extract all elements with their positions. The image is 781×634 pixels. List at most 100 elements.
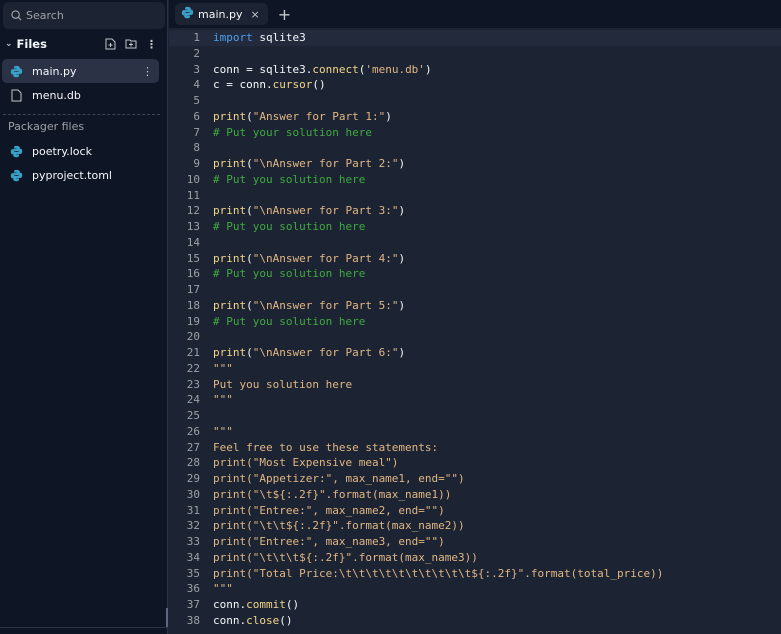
code-line[interactable]: 20 (169, 329, 781, 345)
divider (3, 114, 160, 115)
code-token: print("Total Price:\t\t\t\t\t\t\t\t\t\t$… (213, 566, 664, 580)
code-line[interactable]: 16 # Put you solution here (169, 266, 781, 282)
line-content: print("Entree:", max_name3, end="") (213, 534, 445, 550)
python-icon (9, 144, 24, 159)
code-line[interactable]: 33 print("Entree:", max_name3, end="") (169, 534, 781, 550)
code-line[interactable]: 32 print("\t\t${:.2f}".format(max_name2)) (169, 518, 781, 534)
sidebar-resize-handle[interactable] (166, 608, 168, 628)
code-editor[interactable]: main.py × + 1 import sqlite3 2 3 conn = sqli… (169, 0, 781, 634)
code-token: print("\t\t\t${:.2f}".format(max_name3)) (213, 550, 478, 564)
line-content: Put you solution here (213, 377, 352, 393)
code-token: () (312, 78, 326, 92)
file-icon (9, 88, 24, 103)
code-line[interactable]: 2 (169, 46, 781, 62)
code-line[interactable]: 14 (169, 235, 781, 251)
code-token: ( (246, 204, 253, 218)
line-number: 7 (193, 125, 200, 139)
code-line[interactable]: 17 (169, 282, 781, 298)
code-token: # Put you solution here (213, 267, 366, 281)
code-line[interactable]: 27 Feel free to use these statements: (169, 440, 781, 456)
code-line[interactable]: 18 print("\nAnswer for Part 5:") (169, 298, 781, 314)
line-number: 6 (193, 109, 200, 123)
tab-main-py[interactable]: main.py × (175, 3, 268, 25)
code-line[interactable]: 10 # Put you solution here (169, 172, 781, 188)
code-line[interactable]: 5 (169, 93, 781, 109)
line-number: 8 (193, 141, 200, 155)
search-input[interactable]: Search (3, 2, 165, 29)
code-line[interactable]: 1 import sqlite3 (169, 30, 781, 46)
line-content: conn.close() (213, 613, 293, 629)
tab-label: main.py (198, 7, 243, 21)
code-token: "\nAnswer for Part 5:" (252, 298, 399, 312)
code-token: "\nAnswer for Part 4:" (252, 251, 399, 265)
line-number: 4 (193, 78, 200, 92)
new-folder-icon[interactable] (125, 38, 137, 49)
add-tab-button[interactable]: + (278, 5, 291, 24)
code-token: print (213, 204, 247, 218)
file-name: menu.db (32, 88, 81, 102)
code-token: print("Most Expensive meal") (213, 456, 399, 470)
code-line[interactable]: 30 print("\t${:.2f}".format(max_name1)) (169, 487, 781, 503)
code-line[interactable]: 12 print("\nAnswer for Part 3:") (169, 203, 781, 219)
code-token: "\nAnswer for Part 2:" (252, 157, 399, 170)
code-line[interactable]: 13 # Put you solution here (169, 219, 781, 235)
code-line[interactable]: 34 print("\t\t\t${:.2f}".format(max_name3… (169, 550, 781, 566)
line-number: 17 (186, 283, 200, 296)
code-line[interactable]: 37 conn.commit() (169, 597, 781, 613)
code-token: conn = sqlite3. (213, 62, 313, 76)
file-item[interactable]: main.py ⋮ (2, 59, 159, 83)
line-number: 20 (186, 330, 200, 344)
code-line[interactable]: 4 c = conn.cursor() (169, 77, 781, 93)
code-token: "\nAnswer for Part 3:" (252, 204, 399, 218)
search-icon (11, 10, 22, 21)
code-line[interactable]: 38 conn.close() (169, 613, 781, 629)
code-token: commit (246, 598, 286, 611)
code-line[interactable]: 8 (169, 140, 781, 156)
code-line[interactable]: 3 conn = sqlite3.connect('menu.db') (169, 62, 781, 78)
file-item[interactable]: poetry.lock (2, 139, 159, 163)
file-item[interactable]: menu.db (2, 83, 159, 107)
code-line[interactable]: 7 # Put your solution here (169, 125, 781, 141)
line-number: 27 (186, 440, 200, 454)
file-name: main.py (32, 64, 77, 78)
line-number: 11 (186, 188, 200, 202)
more-options-icon[interactable]: ⋮ (142, 65, 153, 78)
code-line[interactable]: 31 print("Entree:", max_name2, end="") (169, 503, 781, 519)
file-item[interactable]: pyproject.toml (2, 163, 159, 187)
line-number: 5 (193, 94, 200, 107)
code-line[interactable]: 19 # Put you solution here (169, 314, 781, 330)
line-number: 19 (186, 314, 200, 328)
files-header[interactable]: ⌄ Files ⋮ (0, 34, 165, 54)
code-token: "Answer for Part 1:" (252, 109, 386, 123)
code-line[interactable]: 35 print("Total Price:\t\t\t\t\t\t\t\t\t\… (169, 566, 781, 582)
code-line[interactable]: 29 print("Appetizer:", max_name1, end="") (169, 471, 781, 487)
more-options-icon[interactable]: ⋮ (146, 38, 157, 51)
code-area[interactable]: 1 import sqlite3 2 3 conn = sqlite3.connect(… (169, 30, 781, 629)
close-icon[interactable]: × (250, 8, 259, 21)
code-line[interactable]: 9 print("\nAnswer for Part 2:") (169, 156, 781, 172)
code-line[interactable]: 36 """ (169, 581, 781, 597)
code-token: ) (398, 251, 406, 265)
new-file-icon[interactable] (105, 38, 116, 50)
line-content: # Put your solution here (213, 125, 372, 141)
line-number: 31 (186, 503, 200, 517)
line-content: print("\nAnswer for Part 4:") (213, 251, 405, 267)
code-token: Put you solution here (213, 377, 353, 391)
code-line[interactable]: 6 print("Answer for Part 1:") (169, 109, 781, 125)
chevron-down-icon[interactable]: ⌄ (5, 39, 13, 49)
code-line[interactable]: 22 """ (169, 361, 781, 377)
code-line[interactable]: 25 (169, 408, 781, 424)
code-line[interactable]: 26 """ (169, 424, 781, 440)
code-token: () (279, 613, 293, 627)
line-content: print("\nAnswer for Part 2:") (213, 156, 405, 172)
code-line[interactable]: 23 Put you solution here (169, 377, 781, 393)
code-line[interactable]: 24 """ (169, 392, 781, 408)
code-line[interactable]: 11 (169, 188, 781, 204)
line-content: print("\t${:.2f}".format(max_name1)) (213, 487, 451, 503)
code-line[interactable]: 15 print("\nAnswer for Part 4:") (169, 251, 781, 267)
code-line[interactable]: 21 print("\nAnswer for Part 6:") (169, 345, 781, 361)
code-line[interactable]: 28 print("Most Expensive meal") (169, 455, 781, 471)
line-content: print("Appetizer:", max_name1, end="") (213, 471, 465, 487)
line-content: print("\t\t${:.2f}".format(max_name2)) (213, 518, 465, 534)
python-icon (9, 168, 24, 183)
